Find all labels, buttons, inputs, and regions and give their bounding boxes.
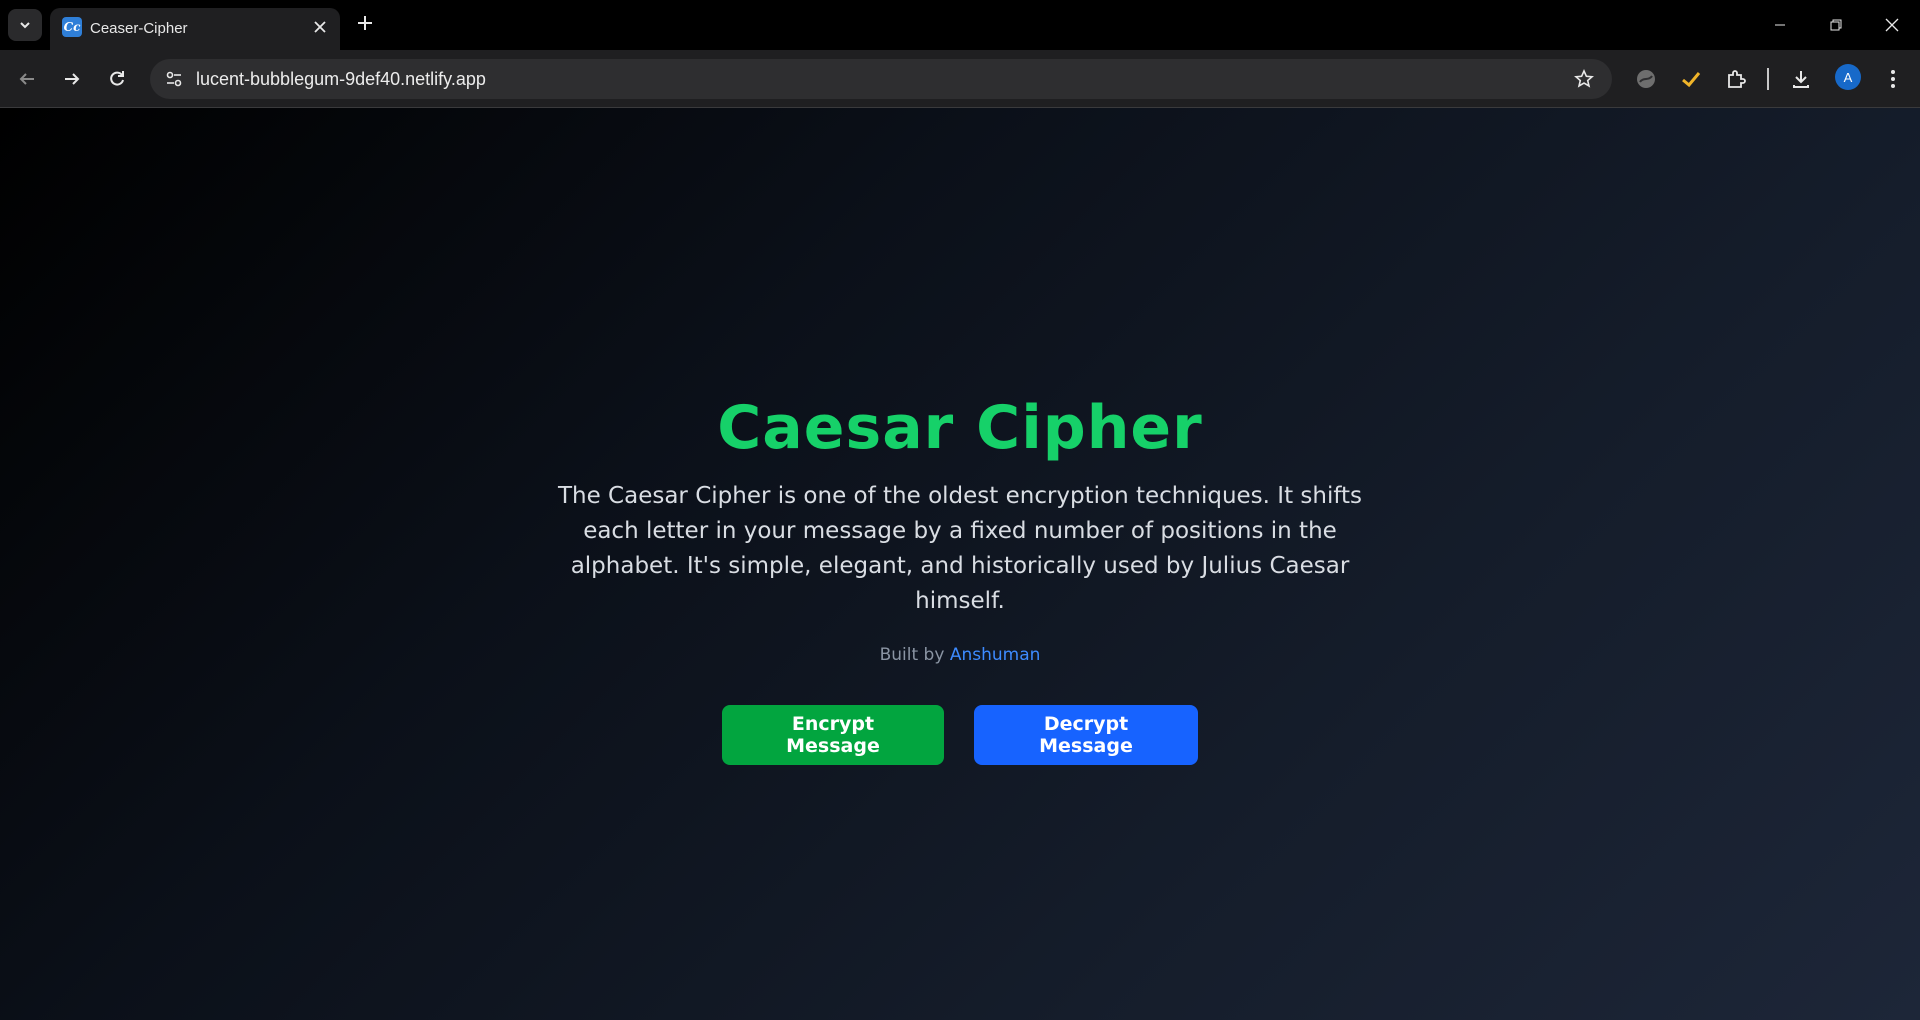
author-link[interactable]: Anshuman: [950, 645, 1041, 665]
close-icon: [1885, 18, 1899, 32]
tab-active[interactable]: Cc Ceaser-Cipher: [50, 8, 340, 50]
download-icon: [1793, 71, 1809, 88]
puzzle-icon: [1728, 70, 1746, 88]
new-tab-button[interactable]: [352, 12, 378, 38]
page-title: Caesar Cipher: [717, 393, 1203, 463]
close-window-button[interactable]: [1864, 0, 1920, 50]
extensions-button[interactable]: [1721, 64, 1751, 94]
action-buttons: Encrypt Message Decrypt Message: [460, 705, 1460, 765]
minimize-icon: [1775, 24, 1785, 26]
minimize-button[interactable]: [1752, 0, 1808, 50]
close-icon: [314, 21, 326, 33]
close-tab-button[interactable]: [310, 17, 330, 37]
extension-button-1[interactable]: [1631, 64, 1661, 94]
checkmark-icon: [1682, 72, 1701, 88]
forward-button[interactable]: [57, 64, 87, 94]
url-text[interactable]: lucent-bubblegum-9def40.netlify.app: [196, 69, 486, 90]
plus-icon: [358, 16, 372, 30]
description: The Caesar Cipher is one of the oldest e…: [557, 483, 1363, 614]
tune-icon: [166, 71, 182, 87]
encrypt-button[interactable]: Encrypt Message: [722, 705, 944, 765]
blocked-circle-icon: [1637, 70, 1655, 88]
profile-avatar[interactable]: A: [1835, 64, 1861, 90]
toolbar-separator: [1767, 68, 1769, 90]
browser-toolbar: lucent-bubblegum-9def40.netlify.app: [0, 50, 1920, 108]
tab-search-button[interactable]: [8, 9, 42, 41]
favicon-icon: Cc: [62, 17, 82, 37]
bookmark-button[interactable]: [1570, 65, 1598, 93]
hero-section: Caesar Cipher The Caesar Cipher is one o…: [460, 393, 1460, 765]
credit-prefix: Built by: [879, 645, 950, 665]
window-controls: [1752, 0, 1920, 50]
site-info-button[interactable]: [162, 67, 186, 91]
restore-button[interactable]: [1808, 0, 1864, 50]
credit-line: Built by Anshuman: [460, 645, 1460, 665]
arrow-right-icon: [65, 73, 80, 85]
arrow-left-icon: [19, 73, 34, 85]
reload-icon: [110, 71, 124, 86]
kebab-menu-icon: [1891, 70, 1895, 88]
chevron-down-icon: [20, 22, 30, 29]
downloads-button[interactable]: [1786, 64, 1816, 94]
tab-title: Ceaser-Cipher: [90, 20, 188, 37]
restore-icon: [1830, 19, 1842, 31]
back-button[interactable]: [12, 64, 42, 94]
decrypt-button[interactable]: Decrypt Message: [974, 705, 1198, 765]
address-bar[interactable]: lucent-bubblegum-9def40.netlify.app: [150, 59, 1612, 99]
tab-strip: Cc Ceaser-Cipher: [0, 0, 1920, 50]
star-icon: [1574, 69, 1594, 88]
reload-button[interactable]: [102, 64, 132, 94]
browser-menu-button[interactable]: [1878, 64, 1908, 94]
page-body: Caesar Cipher The Caesar Cipher is one o…: [0, 108, 1920, 1020]
extension-button-2[interactable]: [1676, 64, 1706, 94]
